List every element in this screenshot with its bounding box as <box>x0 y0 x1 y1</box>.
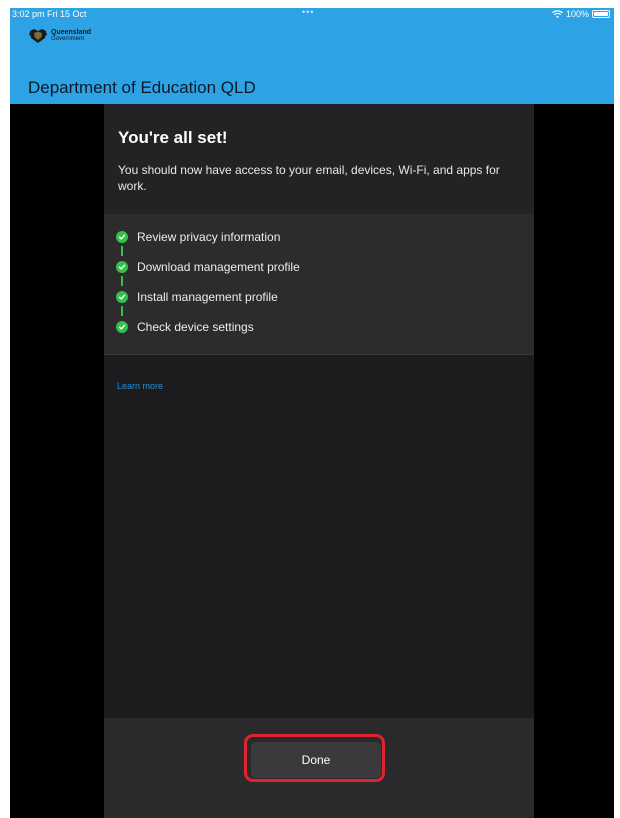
checkmark-icon <box>116 261 128 273</box>
status-time: 3:02 pm Fri 15 Oct <box>12 9 87 19</box>
checklist-item-label: Check device settings <box>137 320 254 334</box>
app-header: 3:02 pm Fri 15 Oct ••• 100% Queensland G… <box>10 8 614 104</box>
step-connector <box>121 306 123 316</box>
page-title: You're all set! <box>118 128 228 147</box>
status-bar: 3:02 pm Fri 15 Oct ••• 100% <box>10 8 614 22</box>
page-description: You should now have access to your email… <box>118 163 500 193</box>
learn-more-link[interactable]: Learn more <box>117 381 163 391</box>
logo-line-2: Government <box>51 36 85 42</box>
wifi-icon <box>552 10 563 18</box>
crest-icon <box>29 29 47 43</box>
status-indicators: 100% <box>552 9 610 19</box>
logo-line-1: Queensland <box>51 29 92 36</box>
panel-footer: Done <box>104 718 534 818</box>
setup-checklist: Review privacy information Download mana… <box>104 214 534 355</box>
queensland-government-logo: Queensland Government <box>28 28 91 44</box>
logo-text: Queensland Government <box>51 29 91 43</box>
checkmark-icon <box>116 231 128 243</box>
checklist-item-label: Review privacy information <box>137 230 281 244</box>
battery-percent: 100% <box>565 9 589 19</box>
checklist-item-check-settings: Check device settings <box>116 320 254 334</box>
checklist-item-review-privacy: Review privacy information <box>116 230 280 244</box>
step-connector <box>121 246 123 256</box>
checklist-item-download-profile: Download management profile <box>116 260 300 274</box>
checkmark-icon <box>116 291 128 303</box>
checklist-item-label: Download management profile <box>137 260 300 274</box>
checkmark-icon <box>116 321 128 333</box>
department-title: Department of Education QLD <box>28 78 256 97</box>
checklist-item-install-profile: Install management profile <box>116 290 278 304</box>
checklist-item-label: Install management profile <box>137 290 278 304</box>
enrollment-panel: You're all set! You should now have acce… <box>104 104 534 818</box>
device-screen: 3:02 pm Fri 15 Oct ••• 100% Queensland G… <box>10 8 614 818</box>
panel-intro: You're all set! You should now have acce… <box>104 104 534 214</box>
highlight-annotation <box>244 734 385 782</box>
step-connector <box>121 276 123 286</box>
battery-icon <box>592 10 610 18</box>
multitasking-dots-icon[interactable]: ••• <box>302 8 314 17</box>
